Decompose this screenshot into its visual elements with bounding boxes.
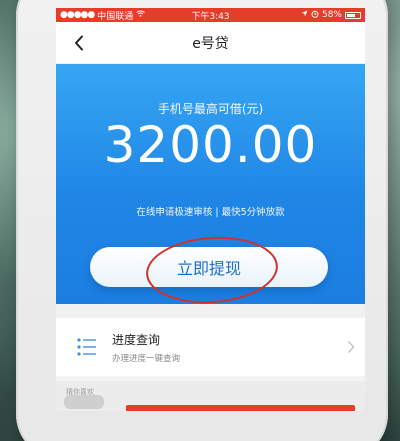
max-loan-label: 手机号最高可借(元) <box>157 102 264 116</box>
battery-percent: 58% <box>321 10 342 20</box>
nav-bar: e号贷 <box>56 22 365 64</box>
hero-subtitle: 在线申请极速审核 | 最快5分钟放款 <box>136 207 285 218</box>
page-title: e号贷 <box>192 35 229 52</box>
progress-subtitle: 办理进度一键查询 <box>112 353 181 364</box>
phone-screen: ●●●●● 中国联通 下午3:43 58% e号贷 手机号最高可借(元) 320… <box>56 8 365 411</box>
section-divider <box>56 304 365 318</box>
progress-query-row[interactable]: 进度查询 办理进度一键查询 <box>56 318 365 376</box>
location-icon <box>301 10 308 20</box>
withdraw-now-button[interactable]: 立即提现 <box>90 247 328 287</box>
battery-icon <box>345 11 361 19</box>
carrier-label: 中国联通 <box>97 11 134 22</box>
chevron-right-icon <box>348 341 355 353</box>
progress-title: 进度查询 <box>112 332 161 347</box>
back-chevron-icon[interactable] <box>70 34 88 52</box>
wifi-icon <box>136 10 146 20</box>
list-icon <box>77 338 96 356</box>
phone-frame: ●●●●● 中国联通 下午3:43 58% e号贷 手机号最高可借(元) 320… <box>16 0 388 441</box>
recommend-section: 猜你喜欢 <box>56 381 365 411</box>
recommend-tag: 猜你喜欢 <box>66 388 94 396</box>
recommend-thumbnail <box>64 395 104 409</box>
max-loan-amount: 3200.00 <box>103 116 318 174</box>
recommend-banner[interactable] <box>126 405 355 411</box>
loan-hero-panel: 手机号最高可借(元) 3200.00 在线申请极速审核 | 最快5分钟放款 立即… <box>56 64 365 308</box>
progress-text: 进度查询 办理进度一键查询 <box>112 331 180 364</box>
status-bar: ●●●●● 中国联通 下午3:43 58% <box>56 8 365 22</box>
signal-icon: ●●●●● <box>60 10 95 20</box>
alarm-icon <box>311 10 319 21</box>
